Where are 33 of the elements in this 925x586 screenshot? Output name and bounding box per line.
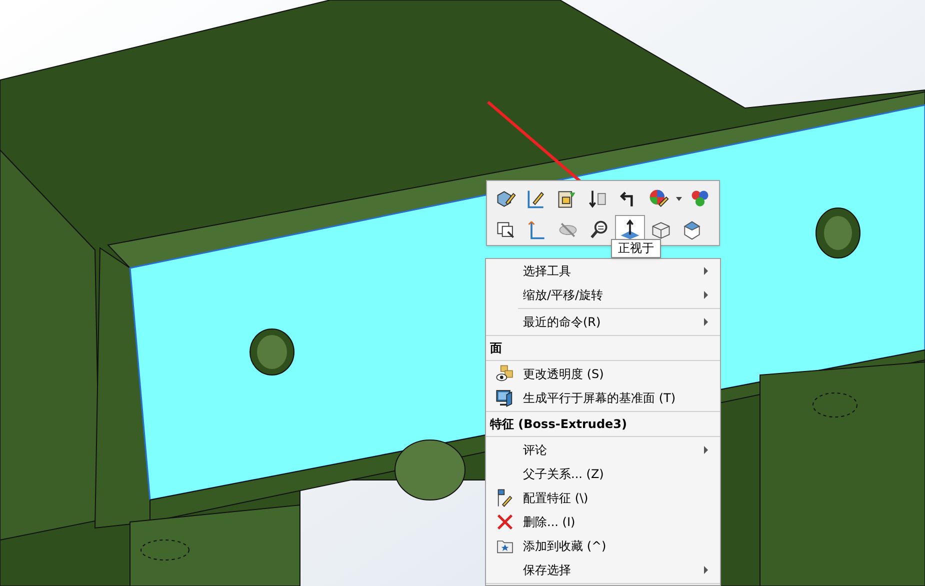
menu-item[interactable]: 评论 — [486, 438, 720, 462]
normal-to-icon — [619, 218, 641, 240]
close-icon — [494, 512, 514, 532]
menu-item[interactable]: 保存选择 — [486, 558, 720, 582]
menu-item-label: 添加到收藏 (^) — [523, 538, 606, 555]
menu-item[interactable]: 更改透明度 (S) — [486, 362, 720, 386]
cube-shaded-icon — [681, 218, 703, 240]
color-ball-pencil-icon — [648, 188, 670, 210]
menu-item[interactable]: 删除... (I) — [486, 510, 720, 534]
menu-item[interactable]: 父子关系... (Z) — [486, 462, 720, 486]
menu-item-label: 生成平行于屏幕的基准面 (T) — [523, 390, 676, 407]
menu-item-label: 评论 — [523, 442, 547, 459]
eye-blocks-icon — [494, 364, 514, 384]
zoom-icon — [588, 218, 610, 240]
menu-item-label: 缩放/平移/旋转 — [523, 287, 604, 304]
dropdown-caret-icon[interactable] — [676, 196, 682, 200]
menu-item[interactable]: 添加到收藏 (^) — [486, 534, 720, 558]
menu-item-label: 父子关系... (Z) — [523, 466, 604, 483]
tooltip: 正视于 — [611, 239, 661, 258]
menu-item-label: 配置特征 (\) — [523, 490, 588, 507]
monitor-plane-icon — [494, 388, 514, 408]
menu-item[interactable]: 配置特征 (\) — [486, 486, 720, 510]
menu-item[interactable]: 缩放/平移/旋转 — [486, 283, 720, 307]
menu-item-label: 选择工具 — [523, 263, 571, 280]
menu-item-label: 最近的命令(R) — [523, 314, 601, 331]
menu-item[interactable]: 生成平行于屏幕的基准面 (T) — [486, 386, 720, 410]
menu-item[interactable]: 最近的命令(R) — [486, 310, 720, 334]
menu-item-label: 更改透明度 (S) — [523, 366, 604, 383]
menu-item[interactable]: 选择工具 — [486, 259, 720, 283]
menu-item-label: 删除... (I) — [523, 514, 576, 531]
menu-section-header: 面 — [489, 340, 503, 357]
menu-section-header: 特征 (Boss-Extrude3) — [488, 416, 628, 433]
menu-item-label: 保存选择 — [523, 562, 571, 579]
